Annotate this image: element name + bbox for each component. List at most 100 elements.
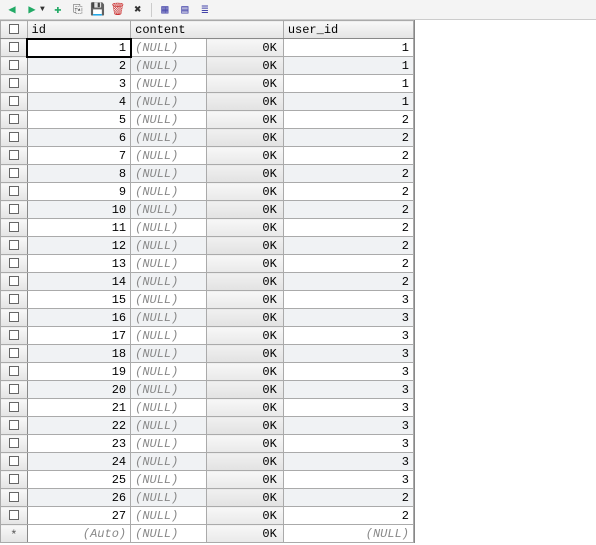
cell-content[interactable]: (NULL) [131, 435, 207, 453]
row-selector[interactable] [1, 219, 28, 237]
cell-size-button[interactable]: 0K [207, 489, 283, 507]
checkbox-icon[interactable] [9, 204, 19, 214]
checkbox-icon[interactable] [9, 366, 19, 376]
cell-user-id[interactable]: 2 [283, 237, 413, 255]
table-row[interactable]: 9(NULL)0K2 [1, 183, 414, 201]
row-selector[interactable] [1, 255, 28, 273]
checkbox-icon[interactable] [9, 78, 19, 88]
cell-content[interactable]: (NULL) [131, 345, 207, 363]
cell-size-button[interactable]: 0K [207, 291, 283, 309]
checkbox-icon[interactable] [9, 96, 19, 106]
table-row[interactable]: 20(NULL)0K3 [1, 381, 414, 399]
cell-id[interactable]: 1 [27, 39, 131, 57]
save-icon[interactable]: 💾 [89, 1, 107, 18]
cell-user-id[interactable]: 1 [283, 39, 413, 57]
cell-content[interactable]: (NULL) [131, 471, 207, 489]
cell-size-button[interactable]: 0K [207, 201, 283, 219]
cell-user-id[interactable]: 1 [283, 75, 413, 93]
cell-user-id[interactable]: 3 [283, 363, 413, 381]
cell-size-button[interactable]: 0K [207, 57, 283, 75]
cell-user-id[interactable]: 2 [283, 129, 413, 147]
cell-content[interactable]: (NULL) [131, 39, 207, 57]
row-selector[interactable] [1, 435, 28, 453]
cell-id[interactable]: 2 [27, 57, 131, 75]
cell-size-button[interactable]: 0K [207, 435, 283, 453]
table-row[interactable]: 7(NULL)0K2 [1, 147, 414, 165]
cell-content[interactable]: (NULL) [131, 57, 207, 75]
cell-size-button[interactable]: 0K [207, 507, 283, 525]
table-row[interactable]: 6(NULL)0K2 [1, 129, 414, 147]
cell-user-id[interactable]: 3 [283, 453, 413, 471]
row-selector[interactable] [1, 273, 28, 291]
table-row[interactable]: 17(NULL)0K3 [1, 327, 414, 345]
cell-content[interactable]: (NULL) [131, 255, 207, 273]
cell-id[interactable]: 9 [27, 183, 131, 201]
row-selector[interactable] [1, 183, 28, 201]
cell-content[interactable]: (NULL) [131, 309, 207, 327]
cell-user-id[interactable]: 1 [283, 93, 413, 111]
checkbox-icon[interactable] [9, 240, 19, 250]
cell-user-id[interactable]: 3 [283, 435, 413, 453]
checkbox-icon[interactable] [9, 276, 19, 286]
row-selector[interactable] [1, 237, 28, 255]
checkbox-icon[interactable] [9, 24, 19, 34]
checkbox-icon[interactable] [9, 132, 19, 142]
row-selector[interactable] [1, 291, 28, 309]
table-row[interactable]: 16(NULL)0K3 [1, 309, 414, 327]
cell-content[interactable]: (NULL) [131, 381, 207, 399]
checkbox-icon[interactable] [9, 150, 19, 160]
cell-user-id[interactable]: (NULL) [283, 525, 413, 543]
table-row[interactable]: 8(NULL)0K2 [1, 165, 414, 183]
cell-content[interactable]: (NULL) [131, 327, 207, 345]
row-selector[interactable] [1, 57, 28, 75]
cell-id[interactable]: 25 [27, 471, 131, 489]
grid-view-icon[interactable]: ▦ [156, 1, 174, 18]
table-row[interactable]: 26(NULL)0K2 [1, 489, 414, 507]
table-row[interactable]: 14(NULL)0K2 [1, 273, 414, 291]
row-selector[interactable] [1, 309, 28, 327]
row-selector[interactable] [1, 399, 28, 417]
cell-content[interactable]: (NULL) [131, 111, 207, 129]
cell-id[interactable]: 11 [27, 219, 131, 237]
checkbox-icon[interactable] [9, 186, 19, 196]
cell-size-button[interactable]: 0K [207, 75, 283, 93]
cell-id[interactable]: 4 [27, 93, 131, 111]
cell-id[interactable]: 14 [27, 273, 131, 291]
cell-id[interactable]: 24 [27, 453, 131, 471]
nav-back-icon[interactable]: ◀ [3, 1, 21, 18]
checkbox-icon[interactable] [9, 168, 19, 178]
table-row[interactable]: 1(NULL)0K1 [1, 39, 414, 57]
table-row[interactable]: 11(NULL)0K2 [1, 219, 414, 237]
checkbox-icon[interactable] [9, 384, 19, 394]
row-selector-new[interactable]: * [1, 525, 28, 543]
cell-id[interactable]: 27 [27, 507, 131, 525]
cell-user-id[interactable]: 2 [283, 489, 413, 507]
table-row[interactable]: 21(NULL)0K3 [1, 399, 414, 417]
checkbox-icon[interactable] [9, 438, 19, 448]
cell-user-id[interactable]: 3 [283, 345, 413, 363]
cell-id[interactable]: 15 [27, 291, 131, 309]
cell-size-button[interactable]: 0K [207, 165, 283, 183]
checkbox-icon[interactable] [9, 258, 19, 268]
cell-content[interactable]: (NULL) [131, 417, 207, 435]
checkbox-icon[interactable] [9, 294, 19, 304]
header-user-id[interactable]: user_id [283, 21, 413, 39]
cell-id[interactable]: 17 [27, 327, 131, 345]
table-row[interactable]: 22(NULL)0K3 [1, 417, 414, 435]
cell-id[interactable]: 6 [27, 129, 131, 147]
cell-user-id[interactable]: 2 [283, 255, 413, 273]
checkbox-icon[interactable] [9, 420, 19, 430]
checkbox-icon[interactable] [9, 60, 19, 70]
row-selector[interactable] [1, 201, 28, 219]
cell-content[interactable]: (NULL) [131, 201, 207, 219]
table-row[interactable]: 18(NULL)0K3 [1, 345, 414, 363]
header-checkbox-col[interactable] [1, 21, 28, 39]
cell-id[interactable]: 20 [27, 381, 131, 399]
table-row[interactable]: 3(NULL)0K1 [1, 75, 414, 93]
cell-content[interactable]: (NULL) [131, 129, 207, 147]
header-id[interactable]: id [27, 21, 131, 39]
cell-id[interactable]: 22 [27, 417, 131, 435]
cell-user-id[interactable]: 3 [283, 471, 413, 489]
cell-id[interactable]: 5 [27, 111, 131, 129]
cell-size-button[interactable]: 0K [207, 147, 283, 165]
